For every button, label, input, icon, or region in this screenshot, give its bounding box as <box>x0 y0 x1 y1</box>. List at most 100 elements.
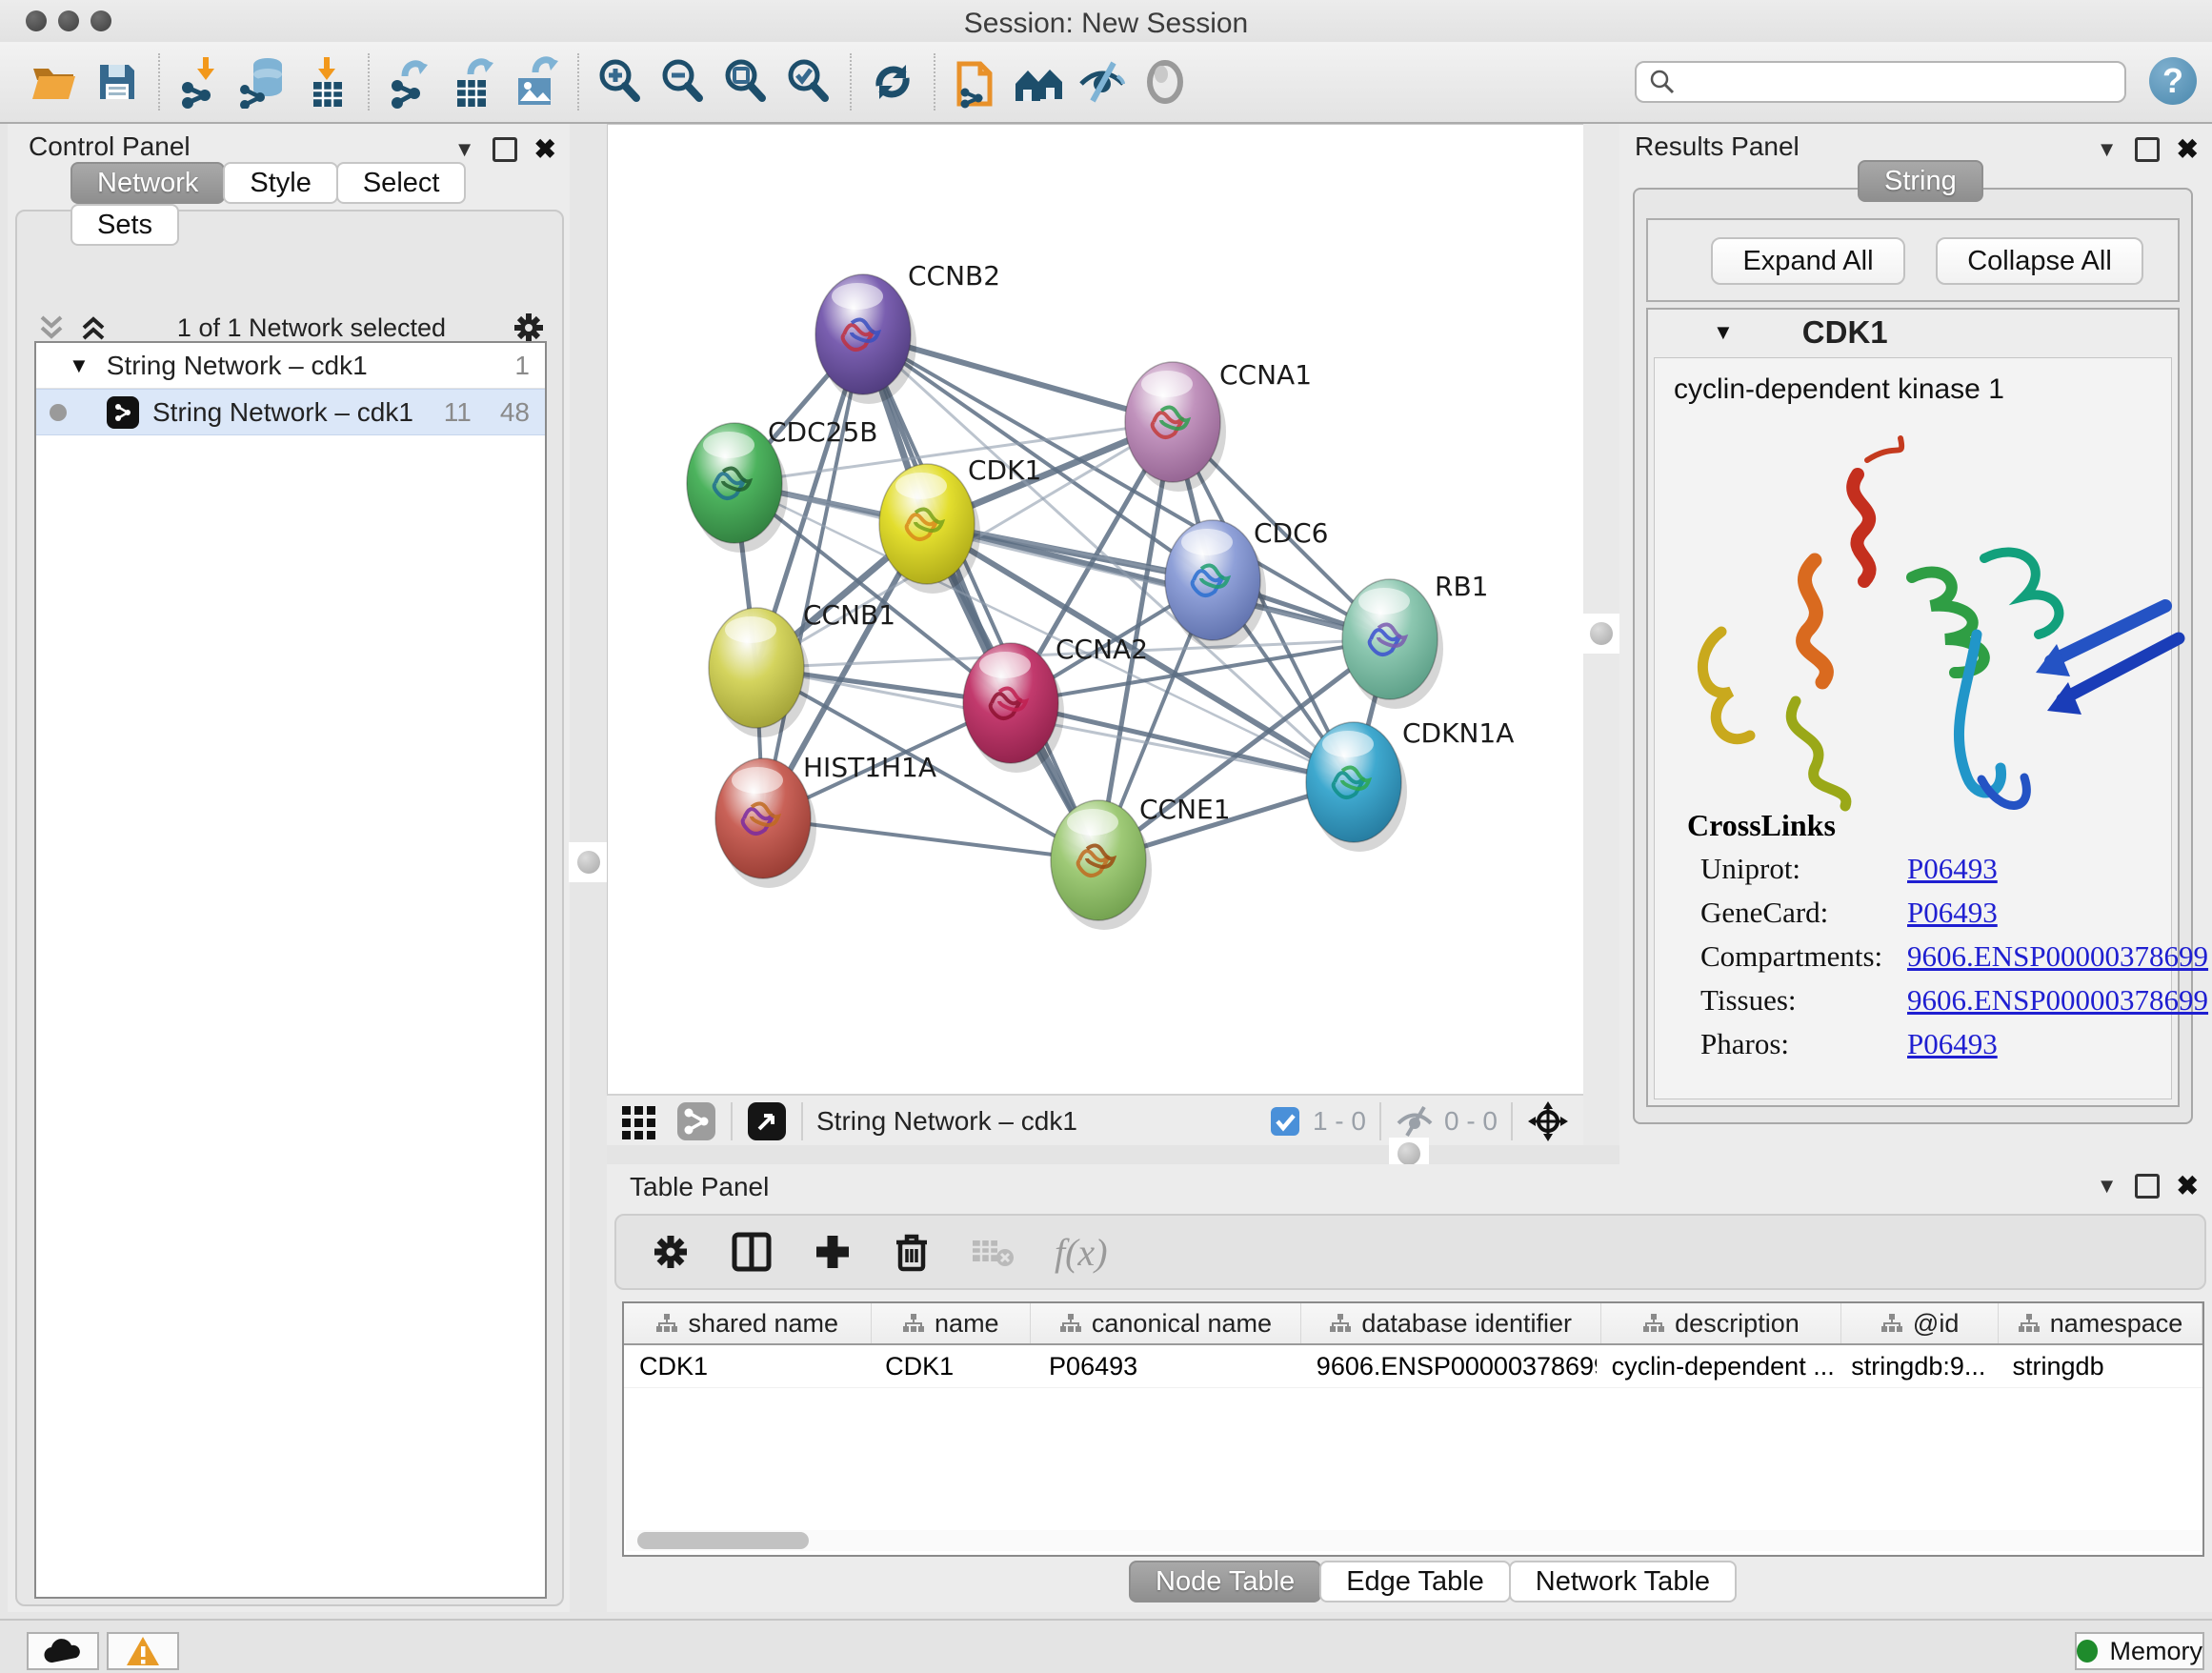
birds-eye-grid-icon[interactable] <box>620 1102 658 1140</box>
left-splitter-handle[interactable] <box>569 842 609 882</box>
column-header-description[interactable]: description <box>1601 1303 1842 1343</box>
export-image-button[interactable] <box>507 51 566 112</box>
table-cell[interactable]: stringdb:9... <box>1836 1345 1997 1387</box>
collection-expand-icon[interactable]: ▼ <box>69 353 90 378</box>
selected-checkbox-icon[interactable] <box>1269 1105 1301 1138</box>
column-header-database-identifier[interactable]: database identifier <box>1301 1303 1601 1343</box>
column-header-shared-name[interactable]: shared name <box>624 1303 872 1343</box>
table-row[interactable]: CDK1CDK1P064939606.ENSP00000378699cyclin… <box>624 1345 2202 1388</box>
hide-selection-button[interactable] <box>1073 51 1132 112</box>
toolbar-separator <box>934 53 935 111</box>
add-column-icon[interactable] <box>813 1232 853 1272</box>
import-table-file-button[interactable] <box>297 51 356 112</box>
results-panel-menu-icon[interactable]: ▼ <box>2097 137 2118 162</box>
zoom-fit-button[interactable] <box>716 51 775 112</box>
right-splitter-handle[interactable] <box>1581 614 1621 654</box>
import-network-file-button[interactable] <box>171 51 231 112</box>
string-style-icon[interactable] <box>675 1100 717 1142</box>
column-header-name[interactable]: name <box>872 1303 1032 1343</box>
export-table-icon <box>448 55 499 109</box>
tab-select[interactable]: Select <box>336 162 467 204</box>
table-horizontal-scrollbar[interactable] <box>626 1530 2201 1551</box>
network-edge[interactable] <box>763 334 863 818</box>
table-cell[interactable]: stringdb <box>1998 1345 2202 1387</box>
network-node-RB1[interactable]: RB1 <box>1342 571 1488 709</box>
table-panel-menu-icon[interactable]: ▼ <box>2097 1174 2118 1199</box>
tab-network[interactable]: Network <box>70 162 225 204</box>
collapse-all-networks-icon[interactable] <box>78 312 112 344</box>
tab-style[interactable]: Style <box>223 162 337 204</box>
show-all-button[interactable] <box>1136 51 1195 112</box>
delete-column-icon[interactable] <box>893 1231 931 1273</box>
export-network-button[interactable] <box>381 51 440 112</box>
search-field[interactable] <box>1635 61 2126 103</box>
network-node-CDC25B[interactable]: CDC25B <box>687 416 878 553</box>
export-view-icon[interactable] <box>746 1100 788 1142</box>
column-header-namespace[interactable]: namespace <box>1999 1303 2202 1343</box>
table-settings-gear-icon[interactable] <box>651 1232 691 1272</box>
table-panel-close-icon[interactable]: ✖ <box>2177 1170 2199 1201</box>
network-node-CCNA2[interactable]: CCNA2 <box>963 634 1148 773</box>
network-node-CDC6[interactable]: CDC6 <box>1165 517 1328 650</box>
crosslink-link[interactable]: 9606.ENSP00000378699 <box>1907 939 2208 974</box>
hidden-eye-slash-icon[interactable] <box>1395 1104 1435 1139</box>
zoom-in-button[interactable] <box>591 51 650 112</box>
network-node-CDK1[interactable]: CDK1 <box>879 454 1041 594</box>
tab-sets[interactable]: Sets <box>70 204 179 246</box>
pan-crosshair-icon[interactable] <box>1526 1099 1570 1143</box>
expand-all-networks-icon[interactable] <box>36 312 70 344</box>
expand-all-button[interactable]: Expand All <box>1711 237 1905 285</box>
zoom-out-button[interactable] <box>654 51 713 112</box>
network-row[interactable]: String Network – cdk1 11 48 <box>36 389 545 435</box>
entry-description: cyclin-dependent kinase 1 <box>1674 373 2004 406</box>
new-network-from-selection-button[interactable] <box>947 51 1006 112</box>
table-cell[interactable]: CDK1 <box>624 1345 870 1387</box>
control-panel-float-icon[interactable] <box>493 137 517 162</box>
show-columns-icon[interactable] <box>731 1231 773 1273</box>
network-node-CDKN1A[interactable]: CDKN1A <box>1306 717 1514 852</box>
column-header-canonical-name[interactable]: canonical name <box>1031 1303 1301 1343</box>
table-cell[interactable]: CDK1 <box>870 1345 1034 1387</box>
crosslink-link[interactable]: P06493 <box>1907 1027 1998 1061</box>
crosslink-link[interactable]: 9606.ENSP00000378699 <box>1907 983 2208 1018</box>
scrollbar-thumb[interactable] <box>637 1532 809 1549</box>
network-node-CCNA1[interactable]: CCNA1 <box>1125 359 1312 492</box>
network-node-CCNB1[interactable]: CCNB1 <box>709 599 895 737</box>
control-panel-close-icon[interactable]: ✖ <box>534 133 556 165</box>
open-session-button[interactable] <box>25 51 84 112</box>
control-panel-menu-icon[interactable]: ▼ <box>454 137 475 162</box>
collapse-all-button[interactable]: Collapse All <box>1936 237 2143 285</box>
apply-layout-button[interactable] <box>863 51 922 112</box>
save-session-button[interactable] <box>88 51 147 112</box>
network-collection-row[interactable]: ▼ String Network – cdk1 1 <box>36 343 545 389</box>
crosslink-link[interactable]: P06493 <box>1907 896 1998 930</box>
zoom-selected-button[interactable] <box>779 51 838 112</box>
warnings-button[interactable] <box>107 1632 179 1670</box>
entry-collapse-icon[interactable]: ▼ <box>1713 320 1734 345</box>
results-panel-float-icon[interactable] <box>2135 137 2160 162</box>
network-view-toolbar: String Network – cdk1 1 - 0 0 - 0 <box>607 1094 1583 1147</box>
table-panel-float-icon[interactable] <box>2135 1174 2160 1199</box>
table-cell[interactable]: 9606.ENSP00000378699 <box>1301 1345 1597 1387</box>
table-tab-node-table[interactable]: Node Table <box>1129 1561 1321 1602</box>
search-input[interactable] <box>1677 67 2124 98</box>
memory-button[interactable]: Memory <box>2075 1632 2204 1670</box>
crosslink-link[interactable]: P06493 <box>1907 852 1998 886</box>
network-node-HIST1H1A[interactable]: HIST1H1A <box>715 752 936 888</box>
network-node-CCNB2[interactable]: CCNB2 <box>815 260 1000 404</box>
table-tab-network-table[interactable]: Network Table <box>1509 1561 1737 1602</box>
column-header--id[interactable]: @id <box>1841 1303 1999 1343</box>
current-network-name: String Network – cdk1 <box>816 1106 1077 1137</box>
help-button[interactable]: ? <box>2149 57 2197 105</box>
table-cell[interactable]: P06493 <box>1034 1345 1301 1387</box>
results-panel-close-icon[interactable]: ✖ <box>2177 133 2199 165</box>
cloud-button[interactable] <box>27 1632 99 1670</box>
table-cell[interactable]: cyclin-dependent ... <box>1597 1345 1837 1387</box>
first-neighbors-button[interactable] <box>1010 51 1069 112</box>
import-network-database-button[interactable] <box>234 51 293 112</box>
table-tab-edge-table[interactable]: Edge Table <box>1319 1561 1511 1602</box>
export-table-button[interactable] <box>444 51 503 112</box>
network-node-CCNE1[interactable]: CCNE1 <box>1051 794 1231 930</box>
tab-string[interactable]: String <box>1858 160 1983 202</box>
network-canvas[interactable]: CCNB2 CCNA1 CDC25BCDK1 CDC6RB1 CCNB1 CCNA2 CDK… <box>607 124 1585 1096</box>
